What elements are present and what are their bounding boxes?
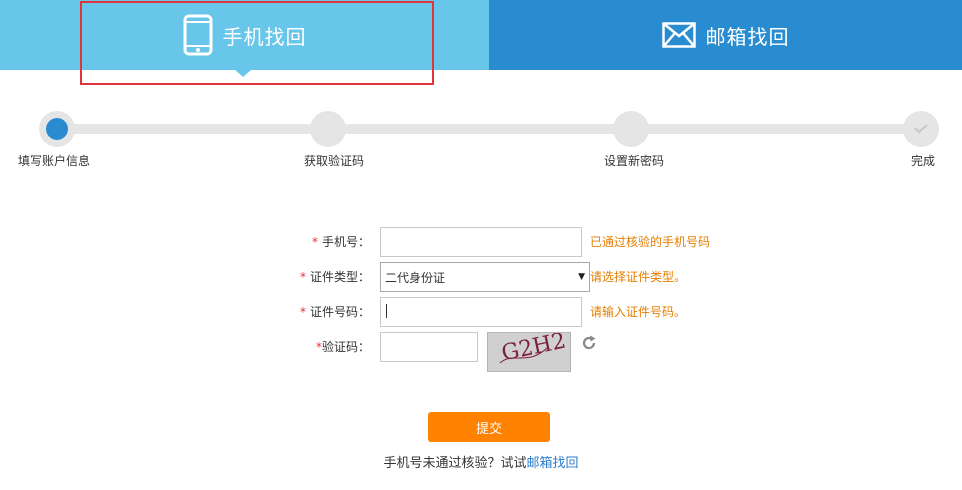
- id-number-hint: 请输入证件号码。: [590, 305, 687, 319]
- check-icon: [914, 124, 928, 134]
- step-node-account-info: [39, 111, 75, 147]
- required-mark: *: [311, 235, 318, 249]
- step-node-new-password: [613, 111, 649, 147]
- active-tab-pointer: [234, 69, 252, 77]
- id-number-label: * 证件号码：: [299, 305, 370, 319]
- active-step-dot: [46, 118, 68, 140]
- svg-text:G2H2: G2H2: [499, 333, 568, 366]
- phone-label: * 手机号：: [311, 235, 370, 249]
- step-label-account-info: 填写账户信息: [18, 154, 91, 168]
- tab-email-label: 邮箱找回: [705, 24, 790, 49]
- alt-prompt-text: 手机号未通过核验？试试: [383, 456, 527, 471]
- id-number-row: * 证件号码： 请输入证件号码。: [0, 297, 962, 327]
- phone-icon: [183, 14, 212, 56]
- text-cursor: [386, 304, 387, 318]
- phone-input[interactable]: [380, 227, 582, 257]
- id-type-label: * 证件类型：: [299, 270, 370, 284]
- captcha-input[interactable]: [380, 332, 478, 362]
- phone-row: * 手机号： 已通过核验的手机号码: [0, 227, 962, 257]
- id-type-select[interactable]: 二代身份证 ▼: [380, 262, 590, 292]
- step-node-get-code: [310, 111, 346, 147]
- id-type-row: * 证件类型： 二代身份证 ▼ 请选择证件类型。: [0, 262, 962, 292]
- required-mark: *: [299, 270, 306, 284]
- step-node-done: [903, 111, 939, 147]
- tab-phone-recovery[interactable]: 手机找回: [0, 0, 489, 70]
- tab-email-recovery[interactable]: 邮箱找回: [489, 0, 962, 70]
- id-type-hint: 请选择证件类型。: [590, 270, 687, 284]
- id-type-selected-value: 二代身份证: [385, 270, 446, 285]
- envelope-icon: [661, 22, 696, 48]
- step-label-done: 完成: [911, 154, 936, 168]
- refresh-icon[interactable]: [580, 334, 598, 352]
- id-number-input[interactable]: [380, 297, 582, 327]
- captcha-glyphs: G2H2: [499, 328, 568, 366]
- progress-track: [56, 124, 922, 134]
- submit-button[interactable]: 提交: [428, 412, 550, 442]
- dropdown-arrow-icon: ▼: [578, 272, 585, 282]
- phone-hint: 已通过核验的手机号码: [590, 235, 711, 249]
- captcha-row: *验证码： G2H2: [0, 328, 962, 372]
- recovery-tabs: 手机找回 邮箱找回: [0, 0, 962, 77]
- step-label-new-password: 设置新密码: [604, 154, 665, 168]
- required-mark: *: [299, 305, 306, 319]
- alternative-recovery-prompt: 手机号未通过核验？试试邮箱找回: [0, 452, 962, 471]
- captcha-image[interactable]: G2H2: [487, 328, 571, 372]
- email-recovery-link[interactable]: 邮箱找回: [527, 456, 579, 471]
- step-label-get-code: 获取验证码: [304, 154, 365, 168]
- tab-phone-label: 手机找回: [222, 24, 307, 49]
- captcha-label: *验证码：: [315, 340, 370, 354]
